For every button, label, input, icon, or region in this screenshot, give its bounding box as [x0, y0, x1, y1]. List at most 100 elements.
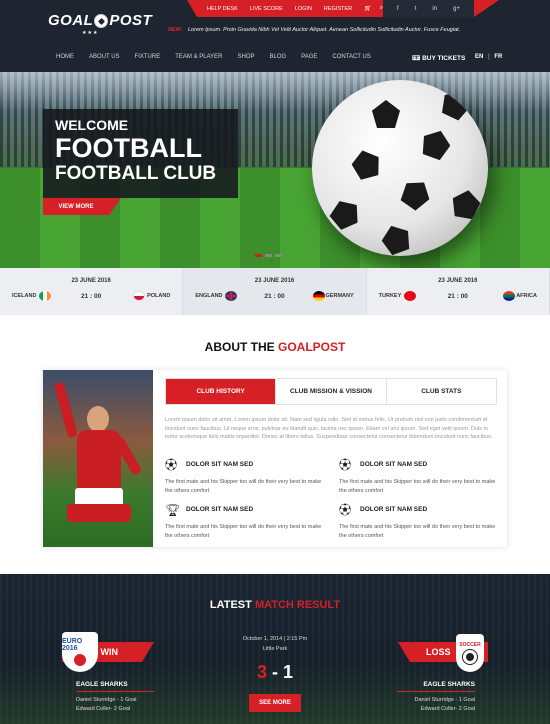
about-title-text: ABOUT THE	[204, 340, 275, 354]
feature-text: The first mate and his Skipper too will …	[165, 524, 322, 539]
welcome-heading: WELCOME	[55, 117, 129, 133]
soccer-ball-icon	[94, 13, 109, 28]
live-score-link[interactable]: LIVE SCORE	[250, 6, 283, 12]
site-header: GOAL POST ★★★ HELP DESK LIVE SCORE LOGIN…	[0, 0, 550, 72]
google-plus-icon[interactable]: g+	[453, 6, 460, 12]
logo[interactable]: GOAL POST	[48, 12, 152, 29]
ticker-label: NEW:	[168, 27, 183, 33]
language-switcher: EN | FR	[475, 54, 502, 60]
hero-soccer-ball-image	[312, 80, 488, 256]
hero-title: FOOTBALL	[55, 133, 202, 163]
about-panel: CLUB HISTORY CLUB MISSION & VISSION CLUB…	[43, 370, 507, 547]
soccer-club-logo: SOCCER	[456, 634, 484, 672]
soccer-logo-text: SOCCER	[459, 642, 481, 648]
feature-title: DOLOR SIT NAM SED	[360, 461, 428, 468]
nav-contact-us[interactable]: CONTACT US	[332, 54, 370, 60]
nav-home[interactable]: HOME	[56, 54, 74, 60]
welcome-box: WELCOME FOOTBALL FOOTBALL CLUB	[43, 109, 238, 198]
slider-dots	[255, 254, 285, 257]
away-team-result: EAGLE SHARKS Daniel Sturridge - 1 Goal E…	[397, 681, 475, 714]
register-link[interactable]: REGISTER	[324, 6, 352, 12]
nav-about-us[interactable]: ABOUT US	[89, 54, 120, 60]
twitter-icon[interactable]: t	[415, 6, 417, 12]
latest-title: LATEST MATCH RESULT	[0, 599, 550, 611]
team-away: AFRICA	[516, 293, 537, 299]
social-bar: f t in g+	[383, 0, 474, 17]
euro-2016-logo: EURO 2016	[62, 632, 98, 672]
away-team-name: EAGLE SHARKS	[397, 681, 475, 692]
feature-text: The first mate and his Skipper too will …	[339, 524, 496, 539]
kicking-boot-icon: ⚽︎	[339, 503, 352, 517]
south-africa-flag-icon	[502, 291, 515, 301]
home-scorer: Edward Coller- 2 Goal	[76, 706, 131, 712]
tab-club-mission[interactable]: CLUB MISSION & VISSION	[276, 379, 387, 404]
home-scorer: Daniel Sturridge - 1 Goal	[76, 697, 137, 703]
match-date: 23 JUNE 2016	[71, 278, 111, 284]
help-desk-link[interactable]: HELP DESK	[207, 6, 238, 12]
feature-text: The first mate and his Skipper too will …	[339, 479, 496, 494]
slider-dot[interactable]	[265, 254, 272, 257]
match-card[interactable]: 23 JUNE 2016 TURKEY 21 : 00 AFRICA	[367, 268, 550, 315]
latest-match-section: LATEST MATCH RESULT October 1, 2014 | 2:…	[0, 574, 550, 724]
team-away: GERMANY	[325, 293, 354, 299]
view-more-button[interactable]: VIEW MORE	[43, 198, 121, 215]
news-ticker: NEW: Lorem Ipsum. Proin Gravida Nibh Vel…	[168, 27, 460, 33]
poland-flag-icon	[133, 291, 145, 301]
hero-banner: WELCOME FOOTBALL FOOTBALL CLUB VIEW MORE	[0, 72, 550, 268]
see-more-button[interactable]: SEE MORE	[249, 694, 301, 712]
feature-text: The first mate and his Skipper too will …	[165, 479, 322, 494]
logo-stars: ★★★	[82, 30, 99, 36]
latest-title-highlight: MATCH RESULT	[254, 599, 341, 611]
slider-dot[interactable]	[255, 254, 262, 257]
facebook-icon[interactable]: f	[397, 6, 399, 12]
away-scorer: Daniel Sturridge - 1 Goal	[414, 697, 475, 703]
feature-title: DOLOR SIT NAM SED	[186, 461, 254, 468]
nav-blog[interactable]: BLOG	[270, 54, 287, 60]
away-scorer: Edward Coller- 2 Goal	[420, 706, 475, 712]
latest-title-text: LATEST	[209, 599, 252, 611]
match-card[interactable]: 23 JUNE 2016 ICELAND 21 : 00 POLAND	[0, 268, 184, 315]
logo-text-right: POST	[109, 12, 153, 29]
top-bar-tail	[474, 0, 499, 17]
upcoming-matches: 23 JUNE 2016 ICELAND 21 : 00 POLAND 23 J…	[0, 268, 550, 315]
player-photo	[43, 370, 153, 547]
nav-page[interactable]: PAGE	[301, 54, 317, 60]
nav-team-player[interactable]: TEAM & PLAYER	[175, 54, 222, 60]
lang-fr[interactable]: FR	[494, 54, 502, 60]
buy-tickets-label: BUY TICKETS	[422, 55, 466, 62]
soccer-badge-icon: ⚽︎	[339, 458, 352, 472]
about-description: Lorem ipsum dolor sit amet, Lorem ipsum …	[165, 417, 493, 440]
nav-shop[interactable]: SHOP	[237, 54, 254, 60]
nav-fixture[interactable]: FIXTURE	[135, 54, 161, 60]
linkedin-icon[interactable]: in	[432, 6, 437, 12]
lang-en[interactable]: EN	[475, 54, 483, 60]
hero-subtitle: FOOTBALL CLUB	[55, 163, 217, 184]
match-date: 23 JUNE 2016	[438, 278, 478, 284]
score-home: 3	[256, 662, 267, 682]
buy-tickets-button[interactable]: 🎫︎ BUY TICKETS	[412, 54, 465, 62]
match-date: 23 JUNE 2016	[254, 278, 295, 284]
ticket-icon: 🎫︎	[412, 55, 423, 62]
match-card[interactable]: 23 JUNE 2016 ENGLAND 21 : 00 GERMANY	[183, 268, 367, 315]
feature-title: DOLOR SIT NAM SED	[360, 506, 428, 513]
trophy-icon: 🏆︎	[165, 503, 181, 517]
team-away: POLAND	[147, 293, 171, 299]
euro-logo-text: EURO 2016	[62, 638, 83, 652]
main-nav: HOME ABOUT US FIXTURE TEAM & PLAYER SHOP…	[56, 54, 386, 60]
logo-text-left: GOAL	[48, 12, 94, 29]
tab-club-history[interactable]: CLUB HISTORY	[166, 379, 277, 404]
slider-dot[interactable]	[275, 254, 282, 257]
cart-icon[interactable]: 🛒︎	[364, 5, 372, 12]
ticker-text[interactable]: Lorem Ipsum. Proin Gravida Nibh Vel Veli…	[188, 27, 460, 33]
lang-separator: |	[488, 54, 490, 60]
score-separator: -	[272, 662, 278, 682]
feature-title: DOLOR SIT NAM SED	[186, 506, 254, 513]
home-team-name: EAGLE SHARKS	[76, 681, 154, 692]
score-away: 1	[283, 662, 294, 682]
about-title-highlight: GOALPOST	[278, 340, 346, 354]
about-title: ABOUT THE GOALPOST	[0, 340, 550, 354]
soccer-ball-icon: ⚽︎	[165, 458, 178, 472]
login-link[interactable]: LOGIN	[295, 6, 312, 12]
home-team-result: EAGLE SHARKS Daniel Sturridge - 1 Goal E…	[76, 681, 154, 714]
tab-club-stats[interactable]: CLUB STATS	[387, 379, 496, 404]
